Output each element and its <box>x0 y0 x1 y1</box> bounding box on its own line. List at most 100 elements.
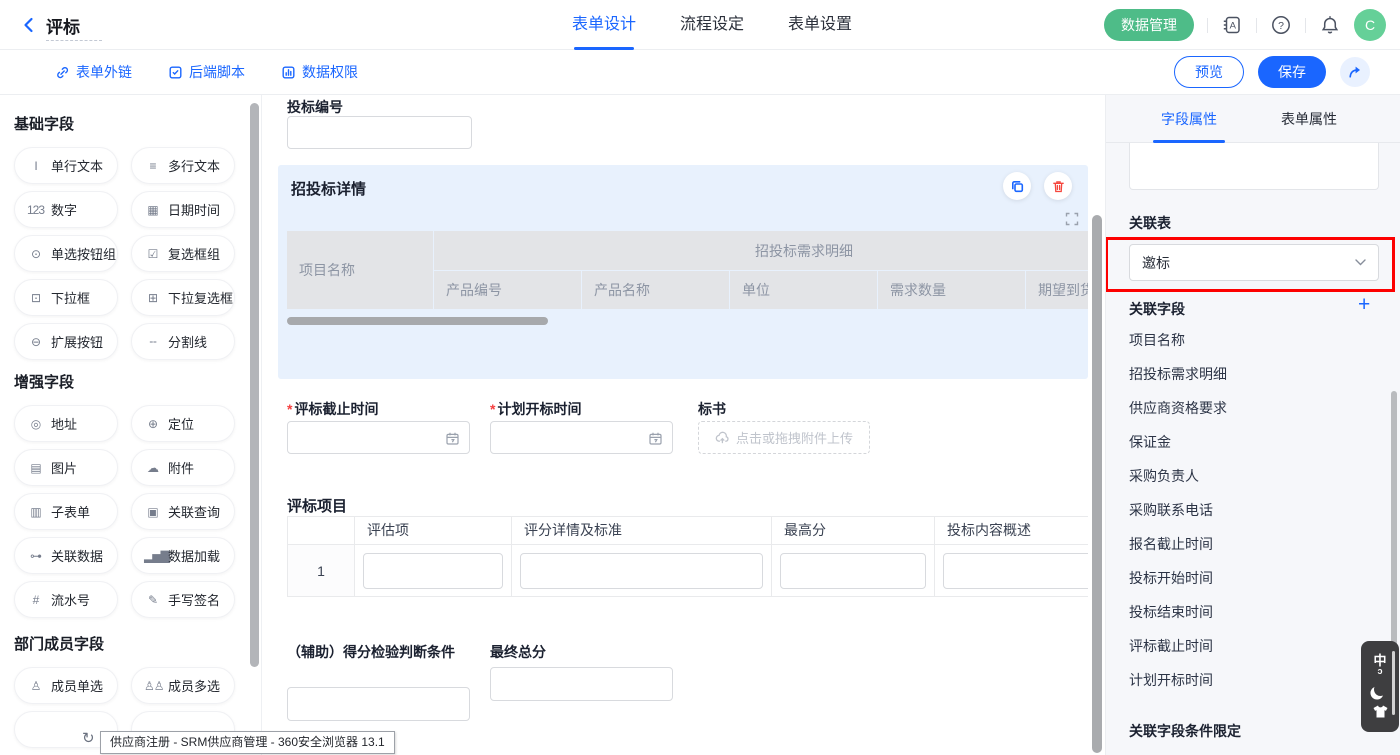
related-field-item[interactable]: 采购负责人 <box>1129 459 1227 493</box>
subform-col-header: 产品编号 <box>434 271 581 309</box>
field-type-pill[interactable]: ▥ 子表单 <box>14 493 118 530</box>
expand-icon[interactable] <box>1065 212 1079 226</box>
field-type-icon: # <box>27 593 44 607</box>
field-type-pill[interactable]: ╌ 分割线 <box>131 323 235 360</box>
tab-form-setting[interactable]: 表单设置 <box>788 0 852 50</box>
field-type-pill[interactable]: ♙ 成员单选 <box>14 667 118 704</box>
eval-deadline-input[interactable] <box>287 421 470 454</box>
field-type-pill[interactable]: 123 数字 <box>14 191 118 228</box>
sidebar-scrollbar[interactable] <box>250 103 259 667</box>
field-type-pill[interactable]: ▂▅▇ 数据加载 <box>131 537 235 574</box>
enhanced-field-grid: ◎ 地址 ⊕ 定位 ▤ 图片 ☁ 附件 <box>14 405 235 618</box>
save-button[interactable]: 保存 <box>1258 56 1326 88</box>
script-icon <box>168 65 183 80</box>
related-field-item[interactable]: 计划开标时间 <box>1129 663 1227 697</box>
tab-process-setting[interactable]: 流程设定 <box>680 0 744 50</box>
field-type-pill[interactable]: ☁ 附件 <box>131 449 235 486</box>
related-field-item[interactable]: 评标截止时间 <box>1129 629 1227 663</box>
toolbar-actions: 预览 保存 <box>1174 56 1400 88</box>
data-manage-button[interactable]: 数据管理 <box>1104 9 1194 41</box>
related-table-select[interactable]: 邀标 <box>1129 244 1379 281</box>
field-type-icon: ☑ <box>144 247 161 261</box>
field-type-pill[interactable]: ⊖ 扩展按钮 <box>14 323 118 360</box>
tab-field-properties[interactable]: 字段属性 <box>1161 95 1217 143</box>
subform-col-header: 需求数量 <box>878 271 1025 309</box>
score-col-header: 评分详情及标准 <box>512 517 772 544</box>
field-type-label: 数字 <box>51 200 77 219</box>
dark-mode-moon-icon[interactable] <box>1373 682 1388 697</box>
final-score-input[interactable] <box>490 667 673 701</box>
tab-form-design[interactable]: 表单设计 <box>572 0 636 50</box>
delete-button[interactable] <box>1044 172 1072 200</box>
field-type-pill[interactable]: ≡ 多行文本 <box>131 147 235 184</box>
related-field-item[interactable]: 采购联系电话 <box>1129 493 1227 527</box>
form-external-link[interactable]: 表单外链 <box>55 62 132 82</box>
copy-button[interactable] <box>1003 172 1031 200</box>
field-type-pill[interactable]: # 流水号 <box>14 581 118 618</box>
browser-tooltip: 供应商注册 - SRM供应商管理 - 360安全浏览器 13.1 <box>100 731 395 754</box>
field-type-label: 定位 <box>168 414 194 433</box>
preview-button[interactable]: 预览 <box>1174 56 1244 88</box>
field-type-pill[interactable]: ⊙ 单选按钮组 <box>14 235 118 272</box>
member-field-grid: ♙ 成员单选 ♙♙ 成员多选 <box>14 667 235 704</box>
tab-form-properties[interactable]: 表单属性 <box>1281 95 1337 143</box>
back-icon[interactable] <box>20 16 38 34</box>
field-type-pill[interactable]: ☑ 复选框组 <box>131 235 235 272</box>
notification-bell-icon[interactable] <box>1319 14 1341 36</box>
basic-field-grid: I 单行文本 ≡ 多行文本 123 数字 ▦ 日期时间 <box>14 147 235 360</box>
canvas-scroll-gutter <box>1088 95 1105 755</box>
score-cell-input[interactable] <box>780 553 926 589</box>
field-type-label: 扩展按钮 <box>51 332 103 351</box>
field-type-pill[interactable]: ⊡ 下拉框 <box>14 279 118 316</box>
related-field-item[interactable]: 投标开始时间 <box>1129 561 1227 595</box>
share-button[interactable] <box>1340 57 1370 87</box>
score-cell <box>355 545 512 597</box>
contacts-icon[interactable]: A <box>1221 14 1243 36</box>
related-field-item[interactable]: 项目名称 <box>1129 323 1227 357</box>
field-type-pill[interactable]: ⊶ 关联数据 <box>14 537 118 574</box>
score-col-index-header <box>288 517 355 544</box>
theme-shirt-icon[interactable] <box>1372 705 1389 719</box>
row-number: 1 <box>288 545 355 597</box>
field-type-pill[interactable]: ▦ 日期时间 <box>131 191 235 228</box>
field-name-textarea[interactable] <box>1129 143 1379 190</box>
related-fields-label: 关联字段 <box>1129 299 1185 319</box>
data-permission-link[interactable]: 数据权限 <box>281 62 358 82</box>
field-type-icon: ▂▅▇ <box>144 549 161 563</box>
related-field-item[interactable]: 招投标需求明细 <box>1129 357 1227 391</box>
field-type-pill[interactable]: ▤ 图片 <box>14 449 118 486</box>
panel-scrollbar[interactable] <box>1391 391 1397 646</box>
related-field-item[interactable]: 投标结束时间 <box>1129 595 1227 629</box>
score-cell-input[interactable] <box>363 553 503 589</box>
score-cell-input[interactable] <box>943 553 1088 589</box>
avatar[interactable]: C <box>1354 9 1386 41</box>
field-type-pill[interactable]: ⊕ 定位 <box>131 405 235 442</box>
score-cell <box>512 545 772 597</box>
related-field-item[interactable]: 报名截止时间 <box>1129 527 1227 561</box>
field-type-pill[interactable]: ▣ 关联查询 <box>131 493 235 530</box>
related-fields-list: 项目名称 招投标需求明细 供应商资格要求 保证金 采购负责人 采购联系电话 报名… <box>1129 323 1227 697</box>
aux-condition-input[interactable] <box>287 687 470 721</box>
related-field-item[interactable]: 保证金 <box>1129 425 1227 459</box>
canvas-scrollbar[interactable] <box>1092 215 1102 753</box>
field-type-pill[interactable]: ✎ 手写签名 <box>131 581 235 618</box>
bid-no-input[interactable] <box>287 116 472 149</box>
field-type-icon: ▣ <box>144 505 161 519</box>
add-related-field-button[interactable]: + <box>1358 295 1370 315</box>
field-type-icon: I <box>27 159 44 173</box>
recycle-icon: ↻ <box>82 729 95 747</box>
upload-button[interactable]: 点击或拖拽附件上传 <box>698 421 870 454</box>
open-time-input[interactable] <box>490 421 673 454</box>
score-cell-input[interactable] <box>520 553 763 589</box>
field-type-pill[interactable]: I 单行文本 <box>14 147 118 184</box>
field-type-pill[interactable]: ◎ 地址 <box>14 405 118 442</box>
help-icon[interactable]: ? <box>1270 14 1292 36</box>
backend-script-link[interactable]: 后端脚本 <box>168 62 245 82</box>
subform-hscrollbar[interactable] <box>287 317 548 325</box>
subform-block-selected[interactable]: 招投标详情 项目名称 招投标需求明细 产品编号 产品名称 单位 需求数量 <box>278 165 1088 379</box>
widget-scroll-indicator[interactable] <box>1392 651 1395 715</box>
field-type-pill[interactable]: ♙♙ 成员多选 <box>131 667 235 704</box>
field-type-pill[interactable]: ⊞ 下拉复选框 <box>131 279 235 316</box>
translate-icon[interactable]: 中 ɔ <box>1373 655 1386 675</box>
related-field-item[interactable]: 供应商资格要求 <box>1129 391 1227 425</box>
